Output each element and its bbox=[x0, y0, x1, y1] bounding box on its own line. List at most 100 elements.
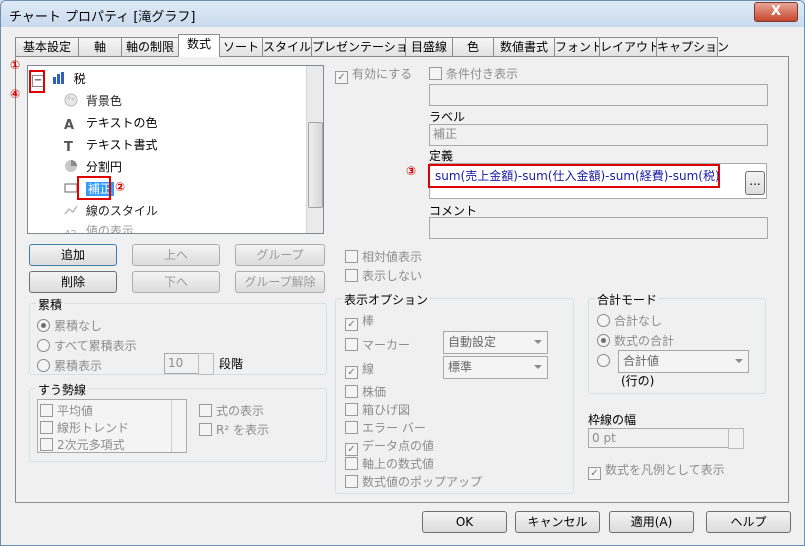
marker-check[interactable]: マーカー bbox=[345, 336, 410, 353]
steps-input[interactable]: 10 bbox=[164, 353, 199, 374]
invisible-check[interactable]: 表示しない bbox=[345, 267, 422, 284]
tab-layout[interactable]: レイアウト bbox=[599, 37, 660, 56]
delete-button[interactable]: 削除 bbox=[29, 271, 117, 293]
tree-item-value-display[interactable]: 42 値の表示 bbox=[64, 222, 134, 234]
radio-indicator bbox=[37, 339, 50, 352]
tab-presentation[interactable]: プレゼンテーション bbox=[311, 37, 420, 56]
help-button[interactable]: ヘルプ bbox=[706, 511, 791, 533]
tree-item-pie-split[interactable]: 分割円 bbox=[64, 158, 122, 175]
text-color-icon: A bbox=[64, 118, 75, 133]
trend-list-scrollbar[interactable] bbox=[171, 400, 186, 452]
radio-accumulate[interactable]: 累積表示 bbox=[37, 357, 102, 374]
total-function-dropdown[interactable]: 合計値 bbox=[618, 350, 749, 373]
radio-full-accumulation[interactable]: すべて累積表示 bbox=[37, 337, 137, 354]
tree-item-line-style[interactable]: 線のスタイル bbox=[64, 202, 158, 219]
check-label: エラー バー bbox=[362, 421, 426, 435]
tree-item-label: テキスト書式 bbox=[85, 138, 158, 152]
tab-axis[interactable]: 軸 bbox=[78, 37, 122, 56]
border-width-input[interactable]: 0 pt bbox=[588, 428, 729, 448]
tree-item-text-format[interactable]: T テキスト書式 bbox=[64, 136, 157, 155]
border-width-label: 枠線の幅 bbox=[588, 413, 637, 427]
annotation-1: ① bbox=[10, 58, 21, 72]
definition-input[interactable]: sum(売上金額)-sum(仕入金額)-sum(経費)-sum(税) bbox=[435, 167, 720, 184]
down-button[interactable]: 下へ bbox=[132, 271, 220, 293]
enable-check[interactable]: ✓ 有効にする bbox=[335, 65, 412, 84]
palette-icon bbox=[64, 93, 78, 107]
checkbox bbox=[40, 404, 53, 417]
radio-label: 合計なし bbox=[614, 314, 663, 328]
radio-sum-of-rows[interactable] bbox=[597, 354, 614, 368]
tab-font[interactable]: フォント bbox=[554, 37, 603, 56]
edit-expression-button[interactable]: ... bbox=[745, 171, 765, 195]
comment-input[interactable] bbox=[429, 217, 768, 239]
tab-number[interactable]: 数値書式 bbox=[493, 37, 555, 56]
tab-axis-limits[interactable]: 軸の制限 bbox=[121, 37, 179, 56]
check-label: 線 bbox=[362, 362, 375, 376]
tab-colors[interactable]: 色 bbox=[452, 37, 494, 56]
annotation-2: ② bbox=[115, 180, 126, 194]
radio-expression-total[interactable]: 数式の合計 bbox=[597, 332, 674, 349]
apply-button[interactable]: 適用(A) bbox=[609, 511, 694, 533]
tree-item-text-color[interactable]: A テキストの色 bbox=[64, 114, 157, 133]
trend-linear[interactable]: 線形トレンド bbox=[40, 419, 129, 436]
tree-item-label: 値の表示 bbox=[85, 224, 134, 234]
popup-check[interactable]: 数式値のポップアップ bbox=[345, 473, 482, 490]
tab-expressions[interactable]: 数式 bbox=[178, 34, 220, 57]
check-label: 株価 bbox=[362, 385, 387, 399]
tree-item-label: 背景色 bbox=[85, 94, 122, 108]
annotation-4: ④ bbox=[10, 87, 21, 101]
show-r2-check[interactable]: R² を表示 bbox=[199, 421, 269, 438]
bar-check[interactable]: ✓ 棒 bbox=[345, 312, 374, 331]
line-check[interactable]: ✓ 線 bbox=[345, 360, 374, 379]
trend-average[interactable]: 平均値 bbox=[40, 402, 93, 419]
trend-poly2[interactable]: 2次元多項式 bbox=[40, 436, 125, 452]
legend-check[interactable]: ✓ 数式を凡例として表示 bbox=[588, 461, 725, 480]
show-equation-check[interactable]: 式の表示 bbox=[199, 402, 264, 419]
trendline-list[interactable]: 平均値 線形トレンド 2次元多項式 bbox=[37, 399, 187, 453]
expression-tree[interactable]: − 税 背景色 A テキストの色 T テキスト書式 分割円 補正 線のスタイル … bbox=[27, 65, 324, 234]
tab-style[interactable]: スタイル bbox=[262, 37, 312, 56]
steps-spinner[interactable] bbox=[198, 353, 214, 375]
close-button[interactable]: X bbox=[754, 2, 798, 22]
box-plot-check[interactable]: 箱ひげ図 bbox=[345, 401, 410, 418]
scroll-thumb[interactable] bbox=[308, 122, 323, 208]
dropdown-value: 自動設定 bbox=[448, 335, 497, 349]
radio-no-total[interactable]: 合計なし bbox=[597, 312, 662, 329]
error-bar-check[interactable]: エラー バー bbox=[345, 419, 426, 436]
label-input[interactable]: 補正 bbox=[429, 124, 768, 146]
values-on-data-check[interactable]: ✓ データ点の値 bbox=[345, 437, 434, 456]
tab-basic[interactable]: 基本設定 bbox=[15, 37, 79, 56]
pie-icon bbox=[64, 159, 78, 173]
group-button[interactable]: グループ bbox=[235, 244, 325, 266]
checkbox bbox=[345, 475, 358, 488]
conditional-check[interactable]: 条件付き表示 bbox=[429, 65, 518, 82]
add-button[interactable]: 追加 bbox=[29, 244, 117, 266]
radio-no-accumulation[interactable]: 累積なし bbox=[37, 317, 102, 334]
tab-sort[interactable]: ソート bbox=[219, 37, 263, 56]
line-dropdown[interactable]: 標準 bbox=[443, 356, 548, 379]
values-on-axis-check[interactable]: 軸上の数式値 bbox=[345, 455, 434, 472]
checkbox bbox=[429, 67, 442, 80]
marker-dropdown[interactable]: 自動設定 bbox=[443, 331, 548, 354]
ok-button[interactable]: OK bbox=[422, 511, 507, 533]
tab-gridlines[interactable]: 目盛線 bbox=[405, 37, 453, 56]
display-options-title: 表示オプション bbox=[342, 291, 431, 308]
stock-check[interactable]: 株価 bbox=[345, 383, 386, 400]
tree-item-label: 分割円 bbox=[85, 160, 122, 174]
highlight-offset bbox=[77, 176, 111, 200]
tab-caption[interactable]: キャプション bbox=[656, 37, 729, 56]
trendlines-title: すう勢線 bbox=[36, 381, 89, 398]
up-button[interactable]: 上へ bbox=[132, 244, 220, 266]
ungroup-button[interactable]: グループ解除 bbox=[235, 271, 325, 293]
tree-item-background[interactable]: 背景色 bbox=[64, 92, 122, 109]
radio-label: 数式の合計 bbox=[614, 334, 675, 348]
relative-check[interactable]: 相対値表示 bbox=[345, 248, 422, 265]
conditional-input[interactable] bbox=[429, 84, 768, 106]
cancel-button[interactable]: キャンセル bbox=[515, 511, 600, 533]
tree-item-label: テキストの色 bbox=[85, 116, 158, 130]
border-width-spinner[interactable] bbox=[728, 428, 744, 449]
check-label: 相対値表示 bbox=[362, 250, 423, 264]
checkbox bbox=[345, 250, 358, 263]
tree-scrollbar[interactable] bbox=[306, 66, 323, 233]
label-caption: ラベル bbox=[429, 110, 466, 124]
